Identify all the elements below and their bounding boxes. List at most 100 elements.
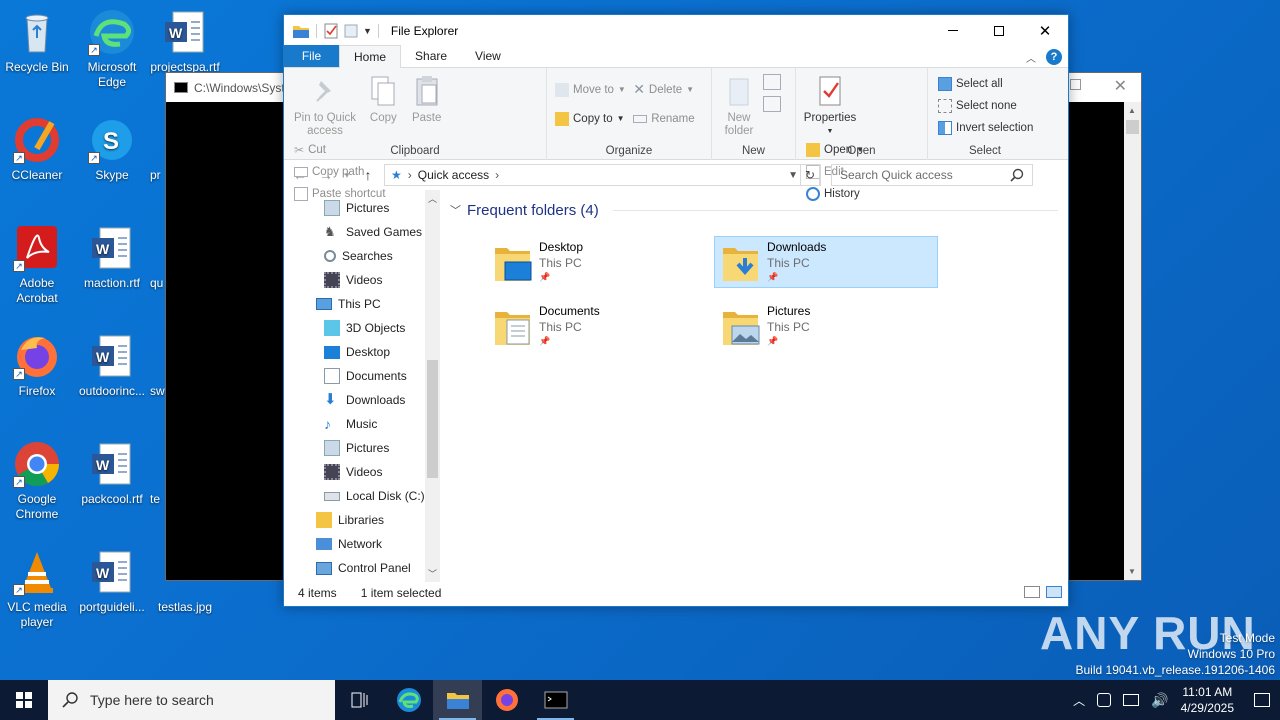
rename-button[interactable]: Rename: [633, 109, 695, 128]
collapse-ribbon-icon[interactable]: ︿: [1026, 50, 1036, 65]
task-view-button[interactable]: [335, 680, 384, 720]
scroll-up-icon[interactable]: ︿: [428, 192, 437, 205]
desktop-icon-outdoorinc[interactable]: W outdoorinc...: [73, 332, 151, 399]
copy-path-button[interactable]: Copy path: [294, 162, 386, 181]
address-bar[interactable]: ★ › Quick access › ▼ ↻: [384, 164, 821, 186]
desktop-icon-adobe-acrobat[interactable]: ↗ Adobe Acrobat: [0, 224, 76, 306]
nav-item-pictures[interactable]: Pictures: [284, 196, 440, 220]
copy-to-button[interactable]: Copy to ▼: [555, 109, 626, 128]
nav-item-downloads[interactable]: ⬇ Downloads: [284, 388, 440, 412]
qat-dropdown-icon[interactable]: ▼: [363, 26, 372, 36]
nav-item-music[interactable]: ♪ Music: [284, 412, 440, 436]
copy-button[interactable]: Copy: [365, 72, 401, 125]
nav-item-videos[interactable]: Videos: [284, 268, 440, 292]
new-item-icon[interactable]: [763, 74, 782, 90]
nav-item-network[interactable]: Network: [284, 532, 440, 556]
folder-tile-desktop[interactable]: Desktop This PC 📌: [486, 236, 710, 288]
scroll-down-icon[interactable]: ▼: [1128, 567, 1136, 576]
refresh-icon[interactable]: ↻: [800, 164, 820, 186]
folder-grid: Desktop This PC 📌 Downloads This PC 📌 Do…: [486, 236, 1058, 352]
desktop-icon-projectspa[interactable]: W projectspa.rtf: [146, 8, 224, 75]
properties-icon[interactable]: [323, 23, 339, 39]
taskbar-firefox-button[interactable]: [482, 680, 531, 720]
desktop-icon-portguideli[interactable]: W portguideli...: [73, 548, 151, 615]
history-label: History: [824, 187, 860, 200]
desktop-icon-edge[interactable]: ↗ Microsoft Edge: [73, 8, 151, 90]
nav-item-saved-games[interactable]: ♞ Saved Games: [284, 220, 440, 244]
chevron-down-icon[interactable]: ﹀: [450, 202, 461, 218]
taskbar-clock[interactable]: 11:01 AM 4/29/2025: [1181, 684, 1234, 716]
new-folder-button[interactable]: New folder: [720, 72, 758, 138]
nav-item-searches[interactable]: Searches: [284, 244, 440, 268]
close-button[interactable]: ✕: [1022, 15, 1068, 46]
file-explorer-window[interactable]: ▼ File Explorer ✕ File Home Share View ︿…: [283, 14, 1069, 607]
tab-home[interactable]: Home: [339, 45, 402, 68]
nav-item-3d-objects[interactable]: 3D Objects: [284, 316, 440, 340]
desktop-icon-recycle-bin[interactable]: Recycle Bin: [0, 8, 76, 75]
desktop-icon-firefox[interactable]: ↗ Firefox: [0, 332, 76, 399]
pin-to-quick-access-button[interactable]: Pin to Quick access: [292, 72, 358, 138]
nav-scroll-thumb[interactable]: [427, 360, 438, 478]
nav-item-pictures-pc[interactable]: Pictures: [284, 436, 440, 460]
history-button[interactable]: History: [806, 184, 864, 203]
cmd-close-icon[interactable]: ✕: [1114, 76, 1127, 96]
minimize-button[interactable]: [930, 15, 976, 46]
frequent-folders-header[interactable]: ﹀ Frequent folders (4): [450, 198, 1058, 222]
move-to-button[interactable]: Move to ▼: [555, 80, 626, 99]
select-all-button[interactable]: Select all: [938, 74, 1033, 93]
show-hidden-icons-icon[interactable]: ︿: [1073, 692, 1085, 709]
folder-tile-pictures[interactable]: Pictures This PC 📌: [714, 300, 938, 352]
taskbar-cmd-button[interactable]: [531, 680, 580, 720]
ribbon-group-select: Select all Select none Invert selection …: [928, 68, 1042, 160]
large-icons-view-icon[interactable]: [1046, 586, 1062, 598]
details-view-icon[interactable]: [1024, 586, 1040, 598]
desktop-icon-maction[interactable]: W maction.rtf: [73, 224, 151, 291]
scroll-up-icon[interactable]: ▲: [1128, 106, 1136, 115]
explorer-titlebar[interactable]: ▼ File Explorer ✕: [284, 15, 1068, 46]
network-icon[interactable]: [1123, 694, 1140, 706]
cmd-maximize-icon[interactable]: [1070, 79, 1081, 90]
invert-selection-button[interactable]: Invert selection: [938, 118, 1033, 137]
desktop-icon-packcool[interactable]: W packcool.rtf: [73, 440, 151, 507]
address-dropdown-icon[interactable]: ▼: [788, 170, 798, 181]
security-icon[interactable]: [1097, 693, 1112, 707]
nav-item-local-disk[interactable]: Local Disk (C:): [284, 484, 440, 508]
nav-scrollbar[interactable]: ︿ ﹀: [425, 190, 440, 582]
tab-view[interactable]: View: [461, 45, 515, 67]
nav-item-this-pc[interactable]: This PC: [284, 292, 440, 316]
folder-tile-documents[interactable]: Documents This PC 📌: [486, 300, 710, 352]
scroll-thumb[interactable]: [1126, 120, 1139, 134]
taskbar-file-explorer-button[interactable]: [433, 680, 482, 720]
cmd-scrollbar[interactable]: ▲ ▼: [1124, 102, 1141, 580]
nav-item-control-panel[interactable]: Control Panel: [284, 556, 440, 580]
maximize-button[interactable]: [976, 15, 1022, 46]
tab-share[interactable]: Share: [401, 45, 461, 67]
volume-icon[interactable]: 🔊: [1151, 692, 1168, 709]
paste-button[interactable]: Paste: [409, 72, 445, 125]
search-input[interactable]: Search Quick access: [831, 164, 1033, 186]
breadcrumb-chevron-icon[interactable]: ›: [495, 168, 499, 182]
nav-item-documents[interactable]: Documents: [284, 364, 440, 388]
help-icon[interactable]: ?: [1046, 49, 1062, 65]
breadcrumb-quick-access[interactable]: Quick access: [418, 168, 489, 182]
folder-name: Desktop: [539, 240, 584, 254]
taskbar-edge-button[interactable]: [384, 680, 433, 720]
select-none-button[interactable]: Select none: [938, 96, 1033, 115]
easy-access-icon[interactable]: [763, 96, 782, 112]
delete-button[interactable]: ✕ Delete ▼: [633, 80, 694, 99]
taskbar-search-box[interactable]: Type here to search: [48, 680, 335, 720]
scroll-down-icon[interactable]: ﹀: [428, 567, 437, 580]
nav-item-desktop[interactable]: Desktop: [284, 340, 440, 364]
nav-item-libraries[interactable]: Libraries: [284, 508, 440, 532]
new-folder-icon[interactable]: [343, 23, 359, 39]
nav-item-videos-pc[interactable]: Videos: [284, 460, 440, 484]
tab-file[interactable]: File: [284, 45, 339, 67]
desktop-icon-skype[interactable]: S ↗ Skype: [73, 116, 151, 183]
desktop-icon-chrome[interactable]: ↗ Google Chrome: [0, 440, 76, 522]
properties-button[interactable]: Properties ▼: [804, 72, 856, 138]
folder-tile-downloads[interactable]: Downloads This PC 📌: [714, 236, 938, 288]
desktop-icon-ccleaner[interactable]: ↗ CCleaner: [0, 116, 76, 183]
start-button[interactable]: [0, 680, 48, 720]
notifications-icon[interactable]: [1254, 693, 1270, 707]
desktop-icon-vlc[interactable]: ↗ VLC media player: [0, 548, 76, 630]
